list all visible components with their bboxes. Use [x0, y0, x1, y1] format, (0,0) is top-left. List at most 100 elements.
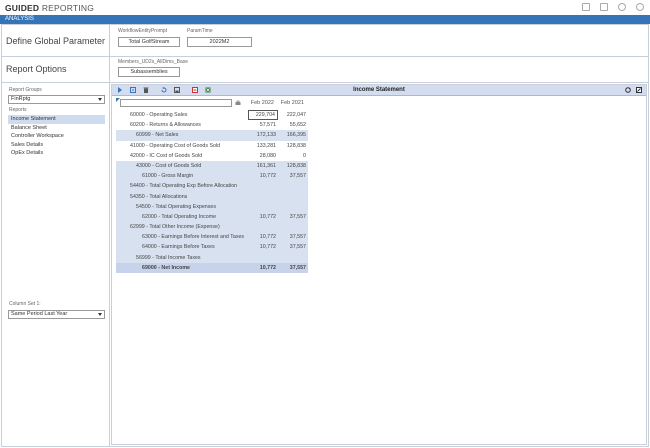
- table-row[interactable]: 56999 - Total Income Taxes: [116, 252, 308, 263]
- settings-icon[interactable]: [636, 87, 642, 93]
- row-label: 54500 - Total Operating Expenses: [136, 203, 216, 210]
- undo-icon[interactable]: [161, 87, 167, 93]
- save-icon[interactable]: [174, 87, 180, 93]
- cell-feb-2022[interactable]: 28,080: [248, 151, 276, 161]
- table-row[interactable]: 54400 - Total Operating Exp Before Alloc…: [116, 181, 308, 192]
- report-toolbar: Income Statement: [112, 85, 646, 96]
- help-icon[interactable]: [636, 3, 644, 11]
- pdf-icon[interactable]: [192, 87, 198, 93]
- report-item-sales-details[interactable]: Sales Details: [8, 141, 105, 150]
- left-pane: Define Global Parameter Report Options R…: [2, 25, 110, 446]
- column-set-label: Column Set 1:: [9, 301, 41, 307]
- table-row[interactable]: 62999 - Total Other Income (Expense): [116, 222, 308, 233]
- table-row[interactable]: 60000 - Operating Sales 229,704 222,047: [116, 110, 308, 120]
- table-row[interactable]: 62000 - Total Operating Income 10,772 37,5…: [116, 211, 308, 223]
- workflow-entity-button[interactable]: Total GolfStream: [118, 37, 180, 47]
- notification-icon[interactable]: [582, 3, 590, 11]
- cell-feb-2022[interactable]: 229,704: [248, 110, 278, 120]
- global-params-row: WorkflowEntityPrompt Total GolfStream Pa…: [110, 25, 648, 57]
- cell-feb-2021[interactable]: 55,652: [278, 120, 306, 130]
- cell-feb-2022[interactable]: 10,772: [248, 171, 276, 181]
- report-item-opex-details[interactable]: OpEx Details: [8, 149, 105, 158]
- report-options-title: Report Options: [6, 64, 67, 74]
- table-row[interactable]: 54350 - Total Allocations: [116, 191, 308, 202]
- cell-feb-2022[interactable]: 172,133: [248, 130, 276, 140]
- row-label: 43000 - Cost of Goods Sold: [136, 162, 202, 169]
- paramtime-button[interactable]: 2022M2: [187, 37, 252, 47]
- table-row[interactable]: 60999 - Net Sales 172,133 166,395: [116, 130, 308, 141]
- cell-feb-2022[interactable]: 10,772: [248, 242, 276, 252]
- column-header-feb-2022: Feb 2022: [250, 100, 274, 106]
- cell-feb-2022[interactable]: 10,772: [248, 232, 276, 242]
- header-icons: [582, 3, 644, 11]
- document-icon[interactable]: [600, 3, 608, 11]
- row-label: 54350 - Total Allocations: [130, 193, 188, 200]
- tab-analysis[interactable]: ANALYSIS: [0, 16, 34, 22]
- app-title-light: REPORTING: [41, 2, 95, 13]
- reports-list: Income Statement Balance Sheet Controlle…: [8, 115, 105, 158]
- row-label: 62000 - Total Operating Income: [142, 213, 217, 220]
- cell-feb-2021[interactable]: 37,557: [278, 212, 306, 222]
- app-title-bold: GUIDED: [5, 2, 40, 13]
- cell-feb-2021[interactable]: 37,557: [278, 171, 306, 181]
- cell-feb-2021[interactable]: 0: [278, 151, 306, 161]
- cell-feb-2021[interactable]: 37,557: [278, 263, 306, 273]
- cell-feb-2021[interactable]: 222,047: [278, 110, 306, 120]
- report-area: Income Statement Feb 2022 Feb 2021 60000…: [111, 84, 647, 445]
- row-label: 64000 - Earnings Before Taxes: [142, 244, 215, 251]
- delete-icon[interactable]: [143, 87, 149, 93]
- print-icon[interactable]: [235, 100, 241, 106]
- table-row[interactable]: 41000 - Operating Cost of Goods Sold 133,…: [116, 141, 308, 151]
- report-groups-select[interactable]: FinRptg: [8, 95, 105, 104]
- members-button[interactable]: Subassemblies: [118, 67, 180, 77]
- workflow-label: WorkflowEntityPrompt: [118, 28, 168, 34]
- report-item-income-statement[interactable]: Income Statement: [8, 115, 105, 124]
- report-item-balance-sheet[interactable]: Balance Sheet: [8, 124, 105, 133]
- cell-feb-2021[interactable]: 166,395: [278, 130, 306, 140]
- table-row[interactable]: 61000 - Gross Margin 10,772 37,557: [116, 171, 308, 182]
- table-row[interactable]: 42000 - IC Cost of Goods Sold 28,080 0: [116, 151, 308, 161]
- table-row[interactable]: 63000 - Earnings Before Interest and Tax…: [116, 232, 308, 243]
- table-row[interactable]: 43000 - Cost of Goods Sold 161,361 128,838: [116, 160, 308, 172]
- report-params-row: Members_UD2s_AllDims_Base Subassemblies: [110, 57, 648, 83]
- report-options-section: Report Options: [2, 57, 110, 83]
- grid-search-input[interactable]: [120, 99, 232, 107]
- table-row[interactable]: 54500 - Total Operating Expenses: [116, 201, 308, 212]
- paramtime-label: ParamTime: [187, 28, 213, 34]
- reports-label: Reports: [9, 107, 27, 113]
- chevron-down-icon: [98, 313, 102, 316]
- define-global-title: Define Global Parameter: [6, 36, 106, 46]
- row-label: 54400 - Total Operating Exp Before Alloc…: [130, 183, 238, 190]
- table-row[interactable]: 60200 - Returns & Allowances 57,571 55,652: [116, 120, 308, 130]
- play-icon[interactable]: [117, 87, 123, 93]
- cell-feb-2021[interactable]: 37,557: [278, 232, 306, 242]
- cell-feb-2022[interactable]: 10,772: [248, 263, 276, 273]
- cell-feb-2021[interactable]: 128,838: [278, 161, 306, 171]
- table-row[interactable]: 64000 - Earnings Before Taxes 10,772 37,55…: [116, 242, 308, 253]
- app-header: GUIDED REPORTING: [0, 0, 650, 15]
- cell-feb-2022[interactable]: 133,281: [248, 141, 276, 151]
- export-icon[interactable]: [130, 87, 136, 93]
- cell-feb-2021[interactable]: 37,557: [278, 242, 306, 252]
- column-set-value: Same Period Last Year: [11, 311, 68, 317]
- row-label: 62999 - Total Other Income (Expense): [130, 224, 220, 231]
- cell-feb-2021[interactable]: 128,838: [278, 141, 306, 151]
- column-header-feb-2021: Feb 2021: [280, 100, 304, 106]
- cell-feb-2022[interactable]: 10,772: [248, 212, 276, 222]
- report-groups-label: Report Groups: [9, 87, 42, 93]
- global-parameter-section: Define Global Parameter: [2, 25, 110, 57]
- table-row[interactable]: 69000 - Net Income 10,772 37,557: [116, 262, 308, 273]
- cell-feb-2022[interactable]: 57,571: [248, 120, 276, 130]
- refresh-icon[interactable]: [625, 87, 631, 93]
- gear-icon[interactable]: [618, 3, 626, 11]
- row-label: 41000 - Operating Cost of Goods Sold: [130, 142, 221, 149]
- tab-bar: ANALYSIS: [0, 15, 650, 24]
- excel-icon[interactable]: [205, 87, 211, 93]
- cell-feb-2022[interactable]: 161,361: [248, 161, 276, 171]
- chevron-down-icon: [98, 98, 102, 101]
- report-item-controller-workspace[interactable]: Controller Workspace: [8, 132, 105, 141]
- row-label: 61000 - Gross Margin: [142, 173, 194, 180]
- column-set-select[interactable]: Same Period Last Year: [8, 310, 105, 319]
- row-label: 60200 - Returns & Allowances: [130, 122, 201, 129]
- row-label: 63000 - Earnings Before Interest and Tax…: [142, 234, 245, 241]
